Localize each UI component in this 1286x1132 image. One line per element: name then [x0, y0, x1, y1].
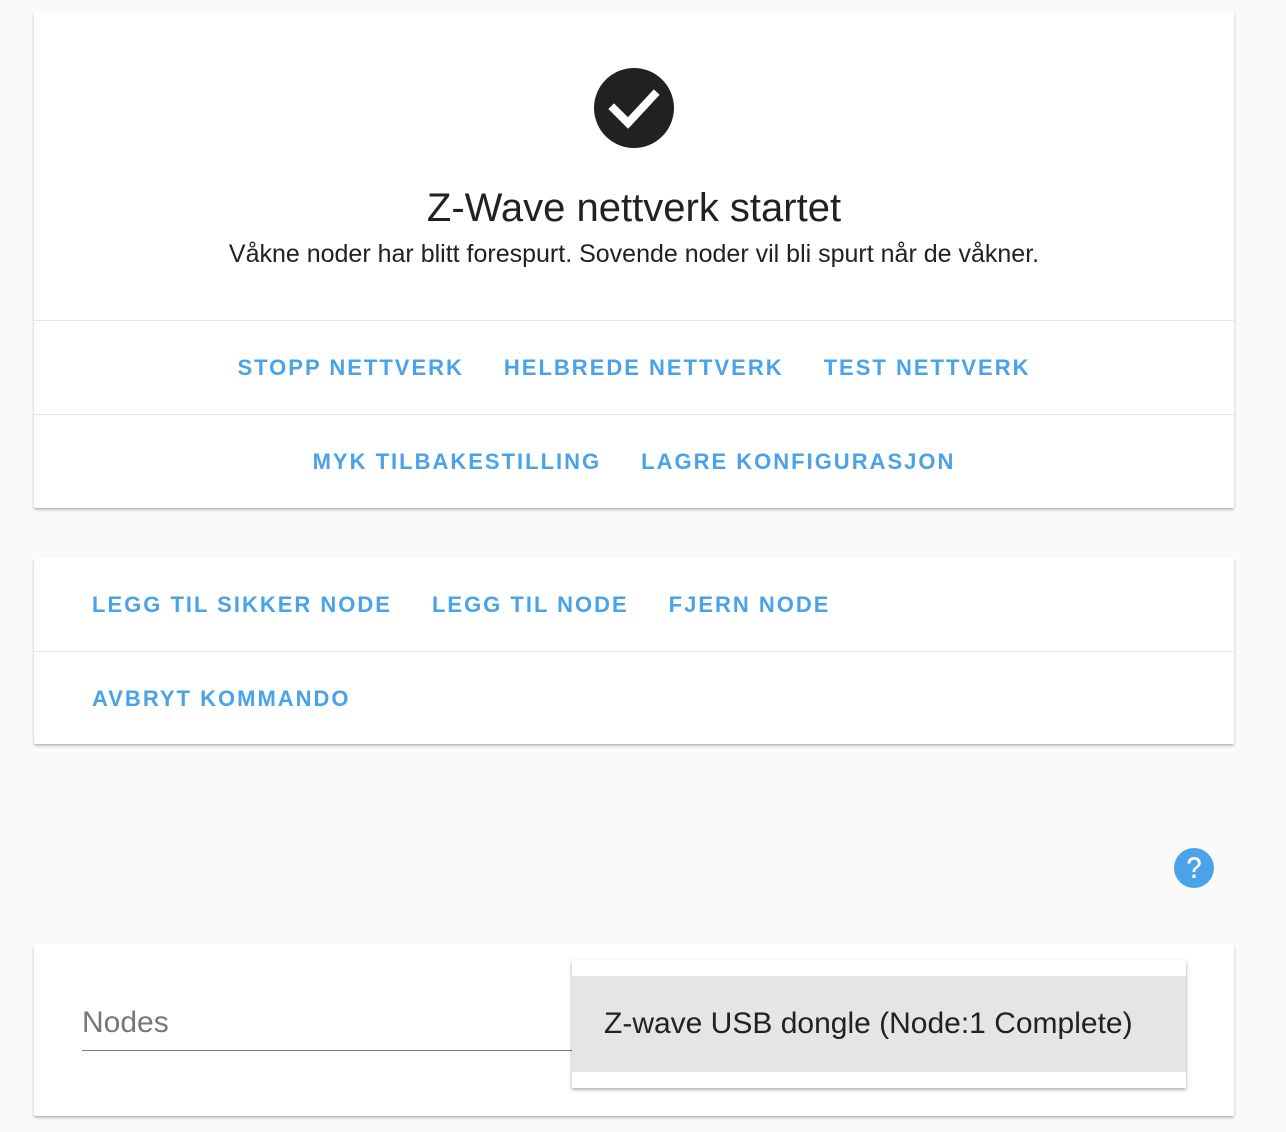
- nodes-dropdown-menu: Z-wave USB dongle (Node:1 Complete): [572, 960, 1186, 1088]
- node-actions-row-2: Avbryt kommando: [34, 652, 1234, 745]
- node-select-card: Nodes Z-wave USB dongle (Node:1 Complete…: [34, 944, 1234, 1116]
- help-circle-icon[interactable]: [1173, 847, 1215, 889]
- heal-network-button[interactable]: Helbrede nettverk: [494, 345, 794, 391]
- network-actions-row-2: Myk tilbakestilling Lagre konfigurasjon: [34, 415, 1234, 508]
- nodes-dropdown[interactable]: Nodes: [82, 984, 582, 1051]
- nodes-label: Nodes: [82, 1006, 169, 1039]
- node-actions-row-1: Legg til sikker node Legg til node Fjern…: [34, 558, 1234, 651]
- node-management-card: Legg til sikker node Legg til node Fjern…: [34, 558, 1234, 744]
- cancel-command-button[interactable]: Avbryt kommando: [82, 676, 361, 722]
- soft-reset-button[interactable]: Myk tilbakestilling: [303, 439, 612, 485]
- dropdown-option[interactable]: Z-wave USB dongle (Node:1 Complete): [572, 976, 1186, 1072]
- add-secure-node-button[interactable]: Legg til sikker node: [82, 582, 402, 628]
- save-config-button[interactable]: Lagre konfigurasjon: [631, 439, 965, 485]
- status-title: Z-Wave nettverk startet: [426, 186, 842, 230]
- add-node-button[interactable]: Legg til node: [422, 582, 639, 628]
- remove-node-button[interactable]: Fjern node: [659, 582, 841, 628]
- network-status-card: Z-Wave nettverk startet Våkne noder har …: [34, 12, 1234, 508]
- test-network-button[interactable]: Test nettverk: [814, 345, 1041, 391]
- status-subtitle: Våkne noder har blitt forespurt. Sovende…: [228, 240, 1040, 268]
- network-actions-row-1: Stopp nettverk Helbrede nettverk Test ne…: [34, 321, 1234, 414]
- status-header: Z-Wave nettverk startet Våkne noder har …: [34, 12, 1234, 320]
- check-circle-icon: [594, 68, 674, 148]
- stop-network-button[interactable]: Stopp nettverk: [227, 345, 473, 391]
